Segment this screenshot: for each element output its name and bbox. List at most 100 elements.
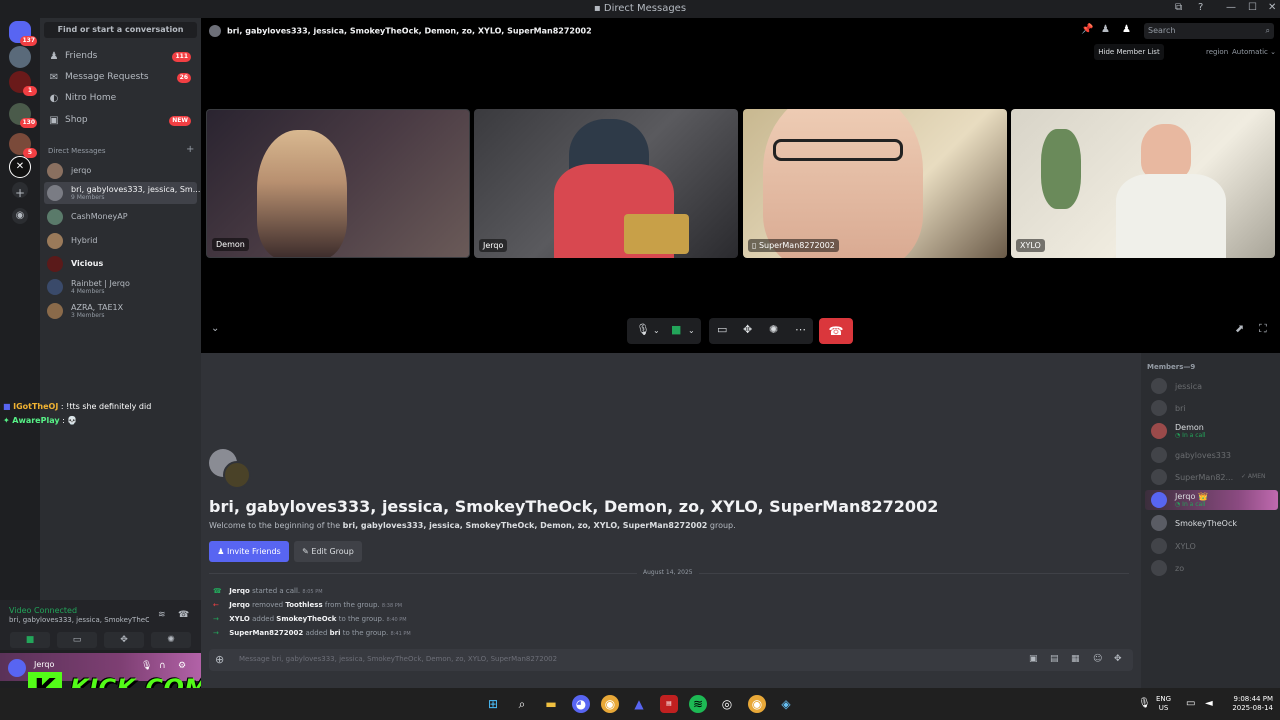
chevron-down-icon[interactable]: ⌄ [688,326,695,335]
invite-friends-button[interactable]: ♟ Invite Friends [209,541,289,562]
screen-share-icon[interactable]: ▭ [717,323,727,336]
title-bar: ▪ Direct Messages ⧉ ? — ☐ ✕ [0,0,1280,18]
discover-icon[interactable]: ◉ [12,208,28,224]
member-item[interactable]: SuperMan82... ✓ AMEN [1145,467,1278,487]
app-icon[interactable]: ▲ [630,695,648,713]
member-item[interactable]: SmokeyTheOck [1145,513,1278,533]
dm-item[interactable]: jerqo [44,160,197,182]
video-toggle-button[interactable]: ■ [10,632,50,648]
user-avatar[interactable] [8,659,26,677]
soundboard-button[interactable]: ✺ [151,632,191,648]
emoji-icon[interactable]: ☺ [1093,654,1102,664]
dm-item[interactable]: AZRA, TAE1X 3 Members [44,300,197,322]
find-conversation-button[interactable]: Find or start a conversation [44,22,197,38]
volume-icon[interactable]: ◄ [1205,698,1213,709]
member-item[interactable]: zo [1145,558,1278,578]
chrome-icon[interactable]: ◉ [601,695,619,713]
help-icon[interactable]: ? [1198,2,1203,13]
voice-connected-status[interactable]: Video Connected [9,606,77,615]
app-icon[interactable]: ▤ [660,695,678,713]
dm-item[interactable]: Rainbet | Jerqo 4 Members [44,276,197,298]
nitro-icon: ◐ [49,93,59,104]
settings-gear-icon[interactable]: ⚙ [178,661,186,671]
server-icon[interactable]: ✕ [9,156,31,178]
file-explorer-icon[interactable]: ▬ [542,695,560,713]
dm-item[interactable]: CashMoneyAP [44,206,197,228]
fullscreen-icon[interactable]: ⛶ [1259,322,1267,336]
apps-icon[interactable]: ✥ [1114,654,1122,664]
sticker-icon[interactable]: ▦ [1071,654,1080,664]
avatar [47,256,63,272]
pop-out-icon[interactable]: ⬈ [1235,322,1244,335]
dm-item[interactable]: Hybrid [44,230,197,252]
video-tile[interactable]: Jerqo [474,109,738,258]
soundboard-icon[interactable]: ✺ [769,323,778,336]
chevron-down-icon[interactable]: ⌄ [653,326,660,335]
member-item[interactable]: Demon ◔ In a call [1145,421,1278,441]
pin-icon[interactable]: 📌 [1081,24,1093,35]
nav-message-requests[interactable]: ✉ Message Requests 26 [44,69,197,87]
disconnect-icon[interactable]: ☎ [178,610,189,620]
search-input[interactable]: Search ⌕ [1144,23,1274,39]
nav-nitro-home[interactable]: ◐ Nitro Home [44,90,197,108]
video-tile[interactable]: XYLO [1011,109,1275,258]
add-friends-icon[interactable]: ♟ [1101,24,1110,35]
member-item[interactable]: gabyloves333 [1145,445,1278,465]
avatar [1151,400,1167,416]
video-tile[interactable]: Demon [206,109,470,258]
member-item[interactable]: Jerqo 👑 ◔ In a call [1145,490,1278,510]
server-icon[interactable]: 1 [9,71,37,96]
microphone-icon[interactable]: 🎙 [141,661,152,671]
dm-item-active[interactable]: bri, gabyloves333, jessica, Sm... 9 Memb… [44,182,200,204]
gift-icon[interactable]: ▣ [1029,654,1038,664]
dm-item[interactable]: Vicious [44,253,197,275]
activity-icon[interactable]: ✥ [743,323,752,336]
gif-icon[interactable]: ▤ [1050,654,1059,664]
more-options-icon[interactable]: ⋯ [795,323,806,336]
maximize-button[interactable]: ☐ [1248,2,1257,13]
tooltip: Hide Member List [1094,44,1164,60]
clock[interactable]: 9:08:44 PM 2025-08-14 [1223,695,1273,713]
chrome-icon[interactable]: ◉ [748,695,766,713]
microphone-icon[interactable]: 🎙 [636,323,650,336]
close-button[interactable]: ✕ [1268,2,1276,13]
discord-icon[interactable]: ◕ [572,695,590,713]
minimize-button[interactable]: — [1226,2,1236,13]
language-indicator[interactable]: ENG US [1156,695,1171,713]
member-item[interactable]: bri [1145,398,1278,418]
server-icon[interactable] [9,46,31,68]
edit-group-button[interactable]: ✎ Edit Group [294,541,362,562]
member-item[interactable]: XYLO [1145,536,1278,556]
headset-icon[interactable]: ∩ [159,661,166,671]
video-tile[interactable]: ▯ SuperMan8272002 [743,109,1007,258]
search-icon[interactable]: ⌕ [513,695,531,713]
windows-start-icon[interactable]: ⊞ [484,695,502,713]
server-icon[interactable]: 5 [9,133,37,158]
camera-icon[interactable]: ■ [671,323,681,336]
attach-plus-icon[interactable]: ⊕ [215,653,224,666]
region-select[interactable]: Automatic ⌄ [1232,48,1276,56]
steam-icon[interactable]: ◈ [777,695,795,713]
screen-share-indicator-icon[interactable]: ⧉ [1175,2,1182,13]
nav-shop[interactable]: ▣ Shop NEW [44,112,197,130]
member-item[interactable]: jessica [1145,376,1278,396]
member-list-icon[interactable]: ♟ [1122,24,1131,35]
home-button[interactable]: 137 [9,21,37,46]
collapse-icon[interactable]: ⌄ [211,323,219,334]
end-call-button[interactable]: ☎ [819,318,853,344]
avatar [47,233,63,249]
add-server-icon[interactable]: + [12,182,28,200]
noise-suppression-icon[interactable]: ≋ [158,610,166,620]
create-dm-icon[interactable]: + [186,144,194,155]
user-name[interactable]: Jerqo [34,660,54,669]
nav-friends[interactable]: ♟ Friends 111 [44,48,197,66]
message-input[interactable]: ⊕ Message bri, gabyloves333, jessica, Sm… [209,649,1133,671]
app-icon[interactable]: ◎ [718,695,736,713]
activity-button[interactable]: ✥ [104,632,144,648]
server-icon[interactable]: 130 [9,103,37,128]
screen-share-button[interactable]: ▭ [57,632,97,648]
spotify-icon[interactable]: ≋ [689,695,707,713]
voice-channel-name[interactable]: bri, gabyloves333, jessica, SmokeyTheOck [9,616,149,624]
network-icon[interactable]: ▭ [1186,698,1195,709]
microphone-tray-icon[interactable]: 🎙 [1138,698,1151,709]
